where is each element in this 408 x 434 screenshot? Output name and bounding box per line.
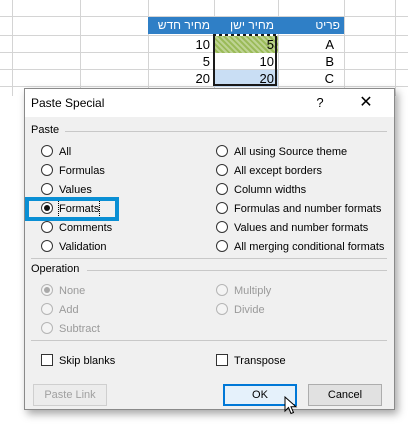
paste-link-button[interactable]: Paste Link <box>33 384 107 406</box>
radio-label: All merging conditional formats <box>234 241 385 253</box>
checkbox-box[interactable] <box>41 354 53 366</box>
radio-circle[interactable] <box>216 221 228 233</box>
dialog-title: Paste Special <box>31 96 105 110</box>
radio-circle[interactable] <box>41 322 53 334</box>
radio-circle[interactable] <box>41 221 53 233</box>
radio-label: Validation <box>59 241 107 253</box>
radio-label: Values and number formats <box>234 222 369 234</box>
radio-circle[interactable] <box>216 303 228 315</box>
radio-circle[interactable] <box>216 284 228 296</box>
radio-label: Formulas <box>59 165 105 177</box>
close-icon[interactable]: ✕ <box>355 94 377 112</box>
grid-line <box>12 0 13 96</box>
radio-label: All except borders <box>234 165 323 177</box>
copy-selection-border <box>213 34 277 86</box>
radio-circle[interactable] <box>216 145 228 157</box>
header-old-price[interactable]: מחיר ישן <box>214 17 278 34</box>
checkbox-label: Skip blanks <box>59 355 116 367</box>
checkbox-label: Transpose <box>234 355 286 367</box>
cell-item[interactable]: A <box>278 36 344 53</box>
radio-circle[interactable] <box>216 240 228 252</box>
radio-label: Column widths <box>234 184 307 196</box>
radio-label: None <box>59 285 86 297</box>
radio-circle-selected[interactable] <box>41 284 53 296</box>
radio-circle[interactable] <box>41 183 53 195</box>
radio-label: Formulas and number formats <box>234 203 382 215</box>
radio-label: Multiply <box>234 285 272 297</box>
paste-group-label: Paste <box>31 124 60 136</box>
radio-circle[interactable] <box>41 240 53 252</box>
group-separator <box>31 340 387 341</box>
radio-label: Divide <box>234 304 265 316</box>
header-item[interactable]: פריט <box>278 17 344 34</box>
grid-line <box>344 0 345 96</box>
cell-item[interactable]: C <box>278 70 344 87</box>
checkbox-box[interactable] <box>216 354 228 366</box>
operation-group-label: Operation <box>31 263 80 275</box>
radio-label: Subtract <box>59 323 100 335</box>
header-new-price[interactable]: מחיר חדש <box>148 17 214 34</box>
cancel-button[interactable]: Cancel <box>308 384 382 406</box>
formats-highlight-box <box>25 197 119 221</box>
radio-label: Add <box>59 304 79 316</box>
paste-special-dialog: Paste Special ? ✕ Paste All Formulas Val… <box>24 88 395 410</box>
spreadsheet-area: מחיר חדש מחיר ישן פריט 10 5 A 5 10 B 20 … <box>0 0 408 96</box>
help-button[interactable]: ? <box>310 94 330 112</box>
radio-label: All using Source theme <box>234 146 348 158</box>
radio-label: All <box>59 146 72 158</box>
radio-circle[interactable] <box>41 303 53 315</box>
radio-label: Comments <box>59 222 113 234</box>
group-separator <box>65 131 387 132</box>
radio-circle[interactable] <box>216 183 228 195</box>
radio-circle[interactable] <box>216 164 228 176</box>
radio-circle[interactable] <box>41 145 53 157</box>
cell-new-price[interactable]: 5 <box>148 53 214 70</box>
cell-new-price[interactable]: 10 <box>148 36 214 53</box>
cell-new-price[interactable]: 20 <box>148 70 214 87</box>
cell-item[interactable]: B <box>278 53 344 70</box>
group-separator <box>87 270 387 271</box>
dialog-titlebar[interactable]: Paste Special ? ✕ <box>25 89 394 117</box>
grid-line <box>80 0 81 96</box>
group-separator <box>31 258 387 259</box>
radio-circle[interactable] <box>216 202 228 214</box>
grid-line <box>395 0 396 96</box>
radio-label: Values <box>59 184 92 196</box>
copy-marquee-dash <box>213 34 277 36</box>
radio-circle[interactable] <box>41 164 53 176</box>
mouse-pointer-icon <box>284 396 298 415</box>
